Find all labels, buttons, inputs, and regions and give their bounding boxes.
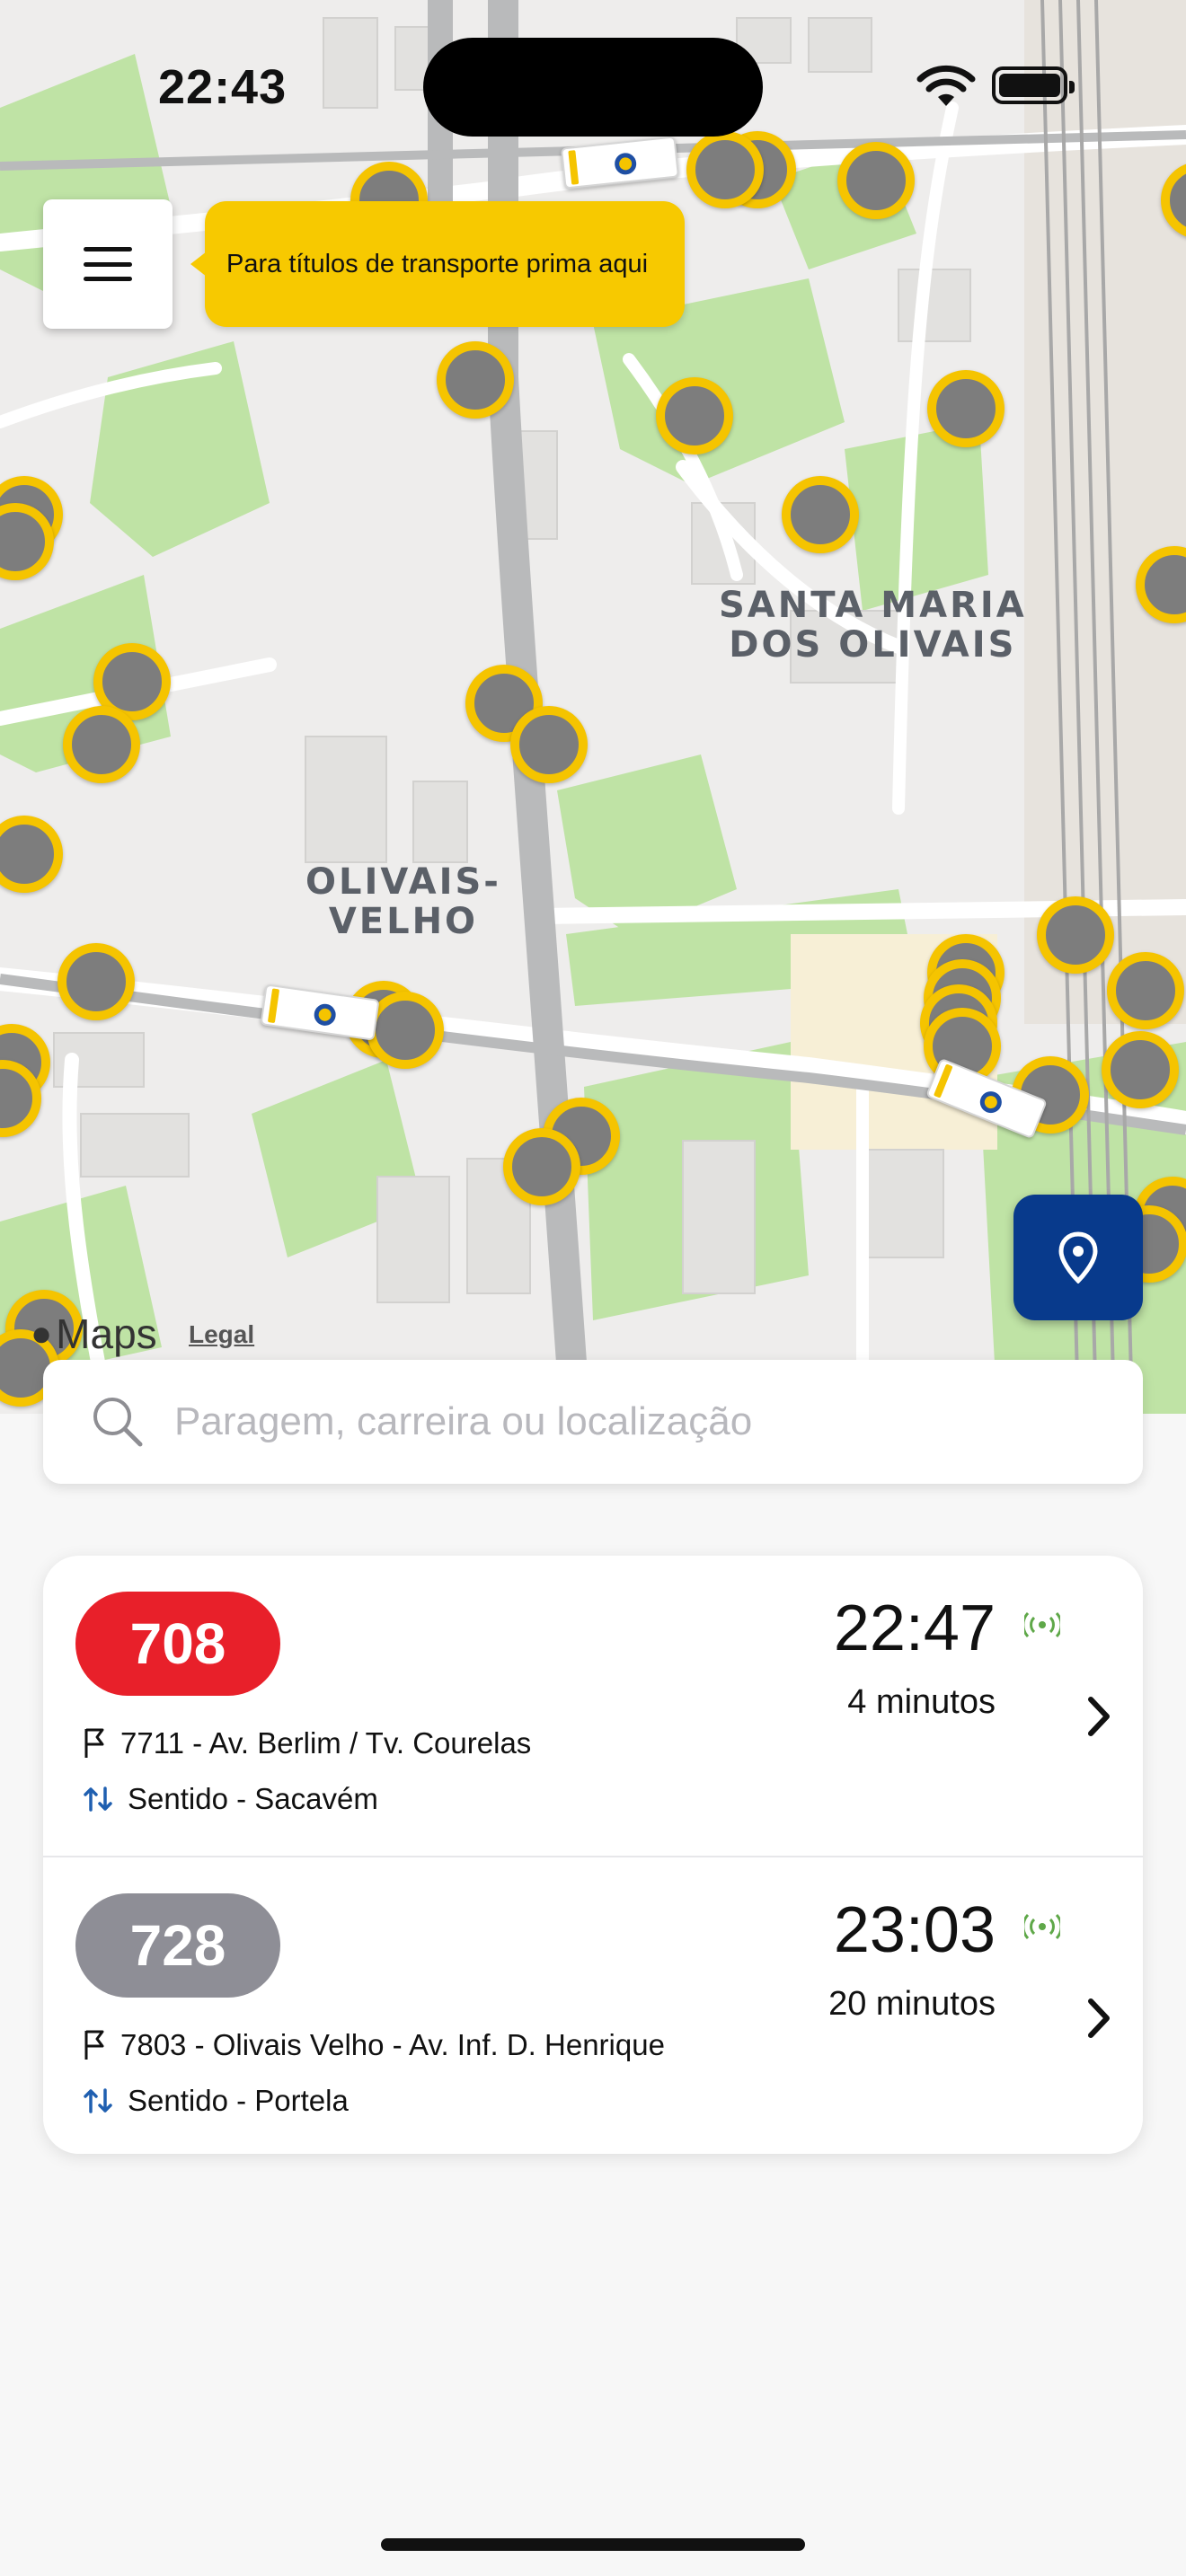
arrival-row[interactable]: 708 22:47 4 minutos 7711 - Av. Berlim / … [43,1556,1143,1856]
bus-logo-icon [977,1088,1005,1116]
bus-stop-marker[interactable] [58,943,135,1020]
tickets-tooltip[interactable]: Para títulos de transporte prima aqui [190,201,685,327]
bus-stop-marker[interactable] [837,142,915,219]
arrival-time: 22:47 [833,1592,996,1664]
dynamic-island [423,38,763,137]
bus-stop-marker[interactable] [503,1128,580,1205]
battery-icon [992,66,1075,104]
bus-stop-marker[interactable] [1102,1031,1179,1108]
bus-stop-marker[interactable] [63,706,140,783]
stop-flag-icon [84,1728,104,1758]
stop-flag-icon [84,2030,104,2060]
bus-logo-icon [313,1002,338,1028]
stop-name: 7711 - Av. Berlim / Tv. Courelas [120,1726,532,1760]
map-view[interactable]: SANTA MARIA DOS OLIVAIS OLIVAIS- VELHO 2… [0,0,1186,1414]
bus-stop-marker[interactable] [1107,952,1184,1029]
direction-arrows-icon [84,1786,112,1812]
search-input[interactable]: Paragem, carreira ou localização [174,1399,752,1444]
direction-arrows-icon [84,2088,112,2113]
locate-me-button[interactable] [1013,1195,1143,1320]
arrival-time: 23:03 [833,1894,996,1966]
line-badge: 708 [75,1592,280,1696]
apple-maps-attribution: ● Maps [31,1310,157,1358]
direction-info: Sentido - Portela [83,2084,349,2118]
chevron-right-icon [1088,1697,1110,1736]
legal-link[interactable]: Legal [189,1320,254,1349]
bus-stop-marker[interactable] [437,341,514,419]
line-badge: 728 [75,1893,280,1998]
apple-logo-icon: ● [31,1313,53,1354]
district-label-olivais-velho: OLIVAIS- VELHO [305,861,501,942]
location-pin-icon [1058,1231,1098,1284]
arrival-row[interactable]: 728 23:03 20 minutos 7803 - Olivais Velh… [43,1856,1143,2154]
maps-brand-label: Maps [56,1310,157,1357]
bus-stop-marker[interactable] [510,706,588,783]
stop-name: 7803 - Olivais Velho - Av. Inf. D. Henri… [120,2028,665,2061]
direction-label: Sentido - Portela [128,2084,349,2117]
wifi-icon [916,65,976,106]
stop-info: 7711 - Av. Berlim / Tv. Courelas [83,1726,531,1760]
minutes-remaining: 20 minutos [828,1985,996,2023]
chevron-right-icon [1088,1998,1110,2038]
live-tracking-icon [1024,1913,1060,1940]
bus-stop-marker[interactable] [782,476,859,553]
bus-logo-icon [613,152,638,176]
stop-info: 7803 - Olivais Velho - Av. Inf. D. Henri… [83,2028,665,2062]
bus-stop-marker[interactable] [1037,896,1114,974]
arrivals-list: 708 22:47 4 minutos 7711 - Av. Berlim / … [43,1556,1143,2154]
bus-stop-marker[interactable] [656,377,733,454]
hamburger-menu-icon [84,247,132,281]
menu-button[interactable] [43,199,173,329]
minutes-remaining: 4 minutos [847,1683,996,1721]
status-bar-time: 22:43 [158,60,288,114]
search-icon [93,1398,143,1447]
direction-label: Sentido - Sacavém [128,1782,378,1815]
app-screen: SANTA MARIA DOS OLIVAIS OLIVAIS- VELHO 2… [0,0,1186,2576]
bus-stop-marker[interactable] [686,131,764,208]
bus-stop-marker[interactable] [927,370,1005,447]
direction-info: Sentido - Sacavém [83,1782,378,1816]
home-indicator[interactable] [381,2538,805,2551]
search-bar[interactable]: Paragem, carreira ou localização [43,1360,1143,1484]
district-label-santa-maria: SANTA MARIA DOS OLIVAIS [719,585,1027,666]
live-tracking-icon [1024,1611,1060,1638]
